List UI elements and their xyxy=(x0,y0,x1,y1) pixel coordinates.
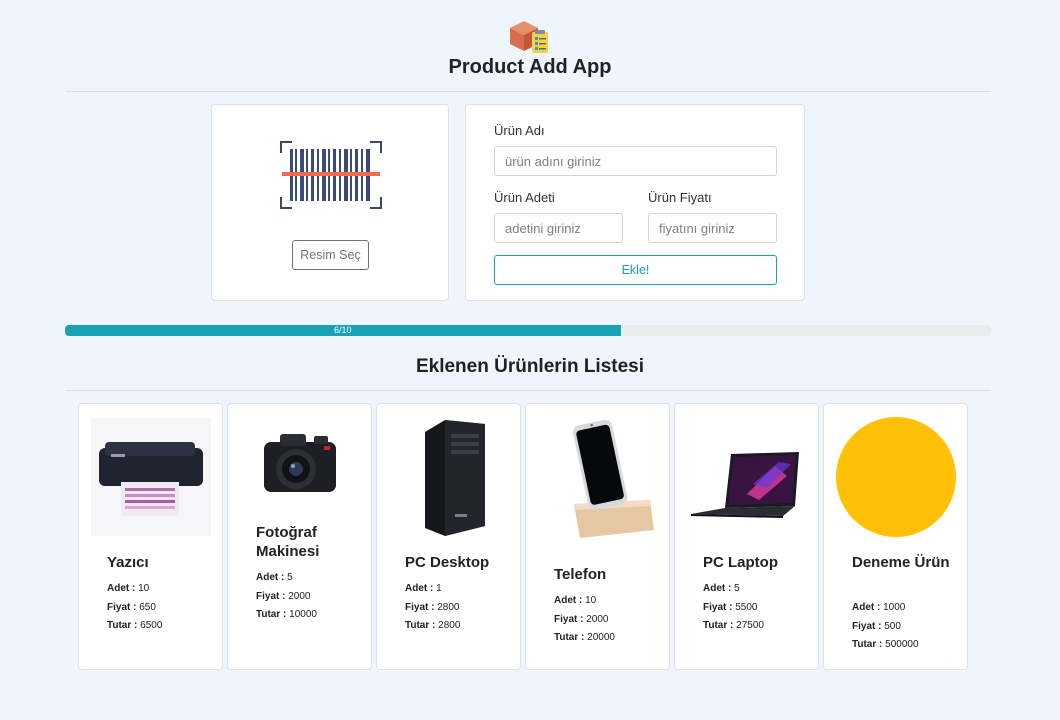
product-card: PC Laptop Adet : 5 Fiyat : 5500 Tutar : … xyxy=(674,403,819,670)
qty-key: Adet : xyxy=(852,602,881,613)
product-price: 5500 xyxy=(735,601,758,613)
product-name-label: Ürün Adı xyxy=(494,123,545,138)
product-price-label: Ürün Fiyatı xyxy=(648,190,712,205)
product-total: 6500 xyxy=(140,620,163,631)
price-key: Fiyat : xyxy=(107,601,137,613)
product-list-title: Eklenen Ürünlerin Listesi xyxy=(415,356,645,377)
camera-icon xyxy=(264,434,336,492)
list-divider xyxy=(66,390,991,391)
qty-key: Adet : xyxy=(405,583,434,594)
printer-icon xyxy=(91,418,211,536)
product-qty: 1 xyxy=(436,583,442,594)
product-price: 2000 xyxy=(288,590,311,602)
product-name: Yazıcı xyxy=(107,554,149,571)
phone-icon xyxy=(572,419,654,538)
package-checklist-icon xyxy=(510,21,548,53)
product-price-input[interactable] xyxy=(648,213,777,243)
total-key: Tutar : xyxy=(703,620,734,631)
product-name: PC Desktop xyxy=(405,554,490,571)
product-price: 2000 xyxy=(586,613,609,625)
product-meta: Adet : 5 Fiyat : 5500 Tutar : 27500 xyxy=(703,580,764,636)
product-meta: Adet : 10 Fiyat : 2000 Tutar : 20000 xyxy=(554,592,615,648)
product-total: 10000 xyxy=(289,609,317,620)
total-key: Tutar : xyxy=(256,609,287,620)
product-price: 650 xyxy=(139,601,156,613)
price-key: Fiyat : xyxy=(703,601,733,613)
qty-key: Adet : xyxy=(256,572,285,583)
desktop-tower-icon xyxy=(425,420,485,536)
barcode-scan-icon xyxy=(280,141,382,209)
product-card: PC Desktop Adet : 1 Fiyat : 2800 Tutar :… xyxy=(376,403,521,670)
product-qty: 1000 xyxy=(883,602,906,613)
product-card: Telefon Adet : 10 Fiyat : 2000 Tutar : 2… xyxy=(525,403,670,670)
product-qty: 5 xyxy=(287,572,293,583)
product-qty: 10 xyxy=(138,583,150,594)
price-key: Fiyat : xyxy=(256,590,286,602)
product-card: Fotoğraf Makinesi Adet : 5 Fiyat : 2000 … xyxy=(227,403,372,670)
product-price: 500 xyxy=(884,620,901,632)
product-total: 20000 xyxy=(587,632,615,643)
product-form-card: Ürün Adı Ürün Adeti Ürün Fiyatı Ekle! xyxy=(465,104,805,301)
product-meta: Adet : 5 Fiyat : 2000 Tutar : 10000 xyxy=(256,569,317,625)
total-key: Tutar : xyxy=(554,632,585,643)
product-card: Deneme Ürün Adet : 1000 Fiyat : 500 Tuta… xyxy=(823,403,968,670)
qty-key: Adet : xyxy=(107,583,136,594)
qty-key: Adet : xyxy=(703,583,732,594)
product-meta: Adet : 1000 Fiyat : 500 Tutar : 500000 xyxy=(852,599,919,655)
progress-bar: 6/10 xyxy=(65,325,991,336)
product-qty: 5 xyxy=(734,583,740,594)
add-product-button[interactable]: Ekle! xyxy=(494,255,777,285)
product-qty: 10 xyxy=(585,595,597,606)
product-card: Yazıcı Adet : 10 Fiyat : 650 Tutar : 650… xyxy=(78,403,223,670)
product-name: Fotoğraf Makinesi xyxy=(256,524,320,560)
total-key: Tutar : xyxy=(107,620,138,631)
choose-image-button[interactable]: Resim Seç xyxy=(292,240,369,270)
product-total: 2800 xyxy=(438,620,461,631)
qty-key: Adet : xyxy=(554,595,583,606)
price-key: Fiyat : xyxy=(852,620,882,632)
product-qty-label: Ürün Adeti xyxy=(494,190,555,205)
price-key: Fiyat : xyxy=(405,601,435,613)
product-meta: Adet : 10 Fiyat : 650 Tutar : 6500 xyxy=(107,580,162,636)
product-meta: Adet : 1 Fiyat : 2800 Tutar : 2800 xyxy=(405,580,460,636)
product-qty-input[interactable] xyxy=(494,213,623,243)
product-total: 500000 xyxy=(885,639,919,650)
price-key: Fiyat : xyxy=(554,613,584,625)
image-picker-card: Resim Seç xyxy=(211,104,449,301)
total-key: Tutar : xyxy=(405,620,436,631)
header-divider xyxy=(66,91,991,92)
yellow-circle-icon xyxy=(836,417,956,537)
product-price: 2800 xyxy=(437,601,460,613)
total-key: Tutar : xyxy=(852,639,883,650)
progress-fill: 6/10 xyxy=(65,325,621,336)
product-name: Telefon xyxy=(554,566,607,583)
app-title: Product Add App xyxy=(448,56,612,78)
product-name-input[interactable] xyxy=(494,146,777,176)
product-total: 27500 xyxy=(736,620,764,631)
product-name: PC Laptop xyxy=(703,554,778,571)
laptop-icon xyxy=(691,452,799,518)
product-name: Deneme Ürün xyxy=(852,554,950,571)
